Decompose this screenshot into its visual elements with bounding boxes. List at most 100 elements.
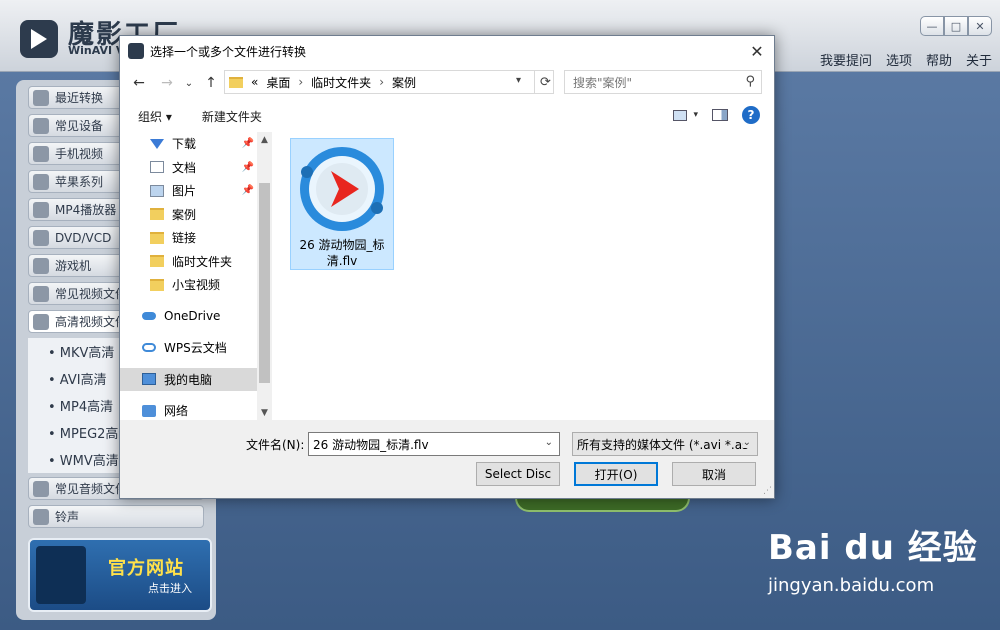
picture-icon bbox=[150, 184, 164, 197]
address-bar[interactable]: « 桌面 › 临时文件夹 › 案例 ▾ bbox=[224, 70, 554, 94]
view-controls: ▾ ? bbox=[673, 106, 760, 124]
new-folder-button[interactable]: 新建文件夹 bbox=[202, 108, 262, 125]
music-icon bbox=[33, 480, 49, 497]
resize-grip-icon[interactable]: ⋰ bbox=[763, 486, 772, 496]
mp4-icon bbox=[33, 201, 49, 218]
nav-item-label: 网络 bbox=[164, 404, 189, 419]
breadcrumb-temp-folder[interactable]: 临时文件夹 bbox=[311, 74, 371, 91]
official-site-subtitle: 点击进入 bbox=[148, 582, 192, 595]
sidebar-item-label: MP4播放器 bbox=[55, 203, 117, 217]
nav-item-label: 下载 bbox=[172, 137, 197, 152]
pin-icon: 📌 bbox=[241, 138, 254, 150]
device-icon bbox=[33, 117, 49, 134]
file-list: 26 游动物园_标清.flv bbox=[274, 132, 774, 420]
clock-icon bbox=[33, 89, 49, 106]
sidebar-item-label: DVD/VCD bbox=[55, 230, 112, 245]
preview-pane-icon[interactable] bbox=[712, 109, 728, 121]
folder-icon bbox=[150, 231, 164, 244]
nav-item-documents[interactable]: 文档 📌 bbox=[120, 156, 272, 180]
menu-help[interactable]: 帮助 bbox=[926, 50, 952, 69]
up-arrow-icon[interactable]: ↑ bbox=[202, 74, 220, 92]
open-button[interactable]: 打开(O) bbox=[574, 462, 658, 486]
breadcrumb-case[interactable]: 案例 bbox=[392, 74, 416, 91]
nav-item-downloads[interactable]: 下载 📌 bbox=[120, 132, 272, 156]
film-icon bbox=[33, 285, 49, 302]
pin-icon: 📌 bbox=[241, 185, 254, 197]
dialog-close-button[interactable]: ✕ bbox=[740, 36, 774, 66]
help-icon[interactable]: ? bbox=[742, 106, 760, 124]
organize-menu[interactable]: 组织 ▾ bbox=[138, 108, 172, 125]
nav-item-xiaobao-video[interactable]: 小宝视频 bbox=[120, 273, 272, 297]
nav-item-label: WPS云文档 bbox=[164, 341, 227, 356]
dialog-toolbar: 组织 ▾ 新建文件夹 ▾ ? bbox=[120, 102, 774, 130]
sidebar-item-ringtone[interactable]: 铃声 bbox=[28, 505, 204, 528]
address-dropdown-icon[interactable]: ▾ bbox=[516, 75, 521, 86]
refresh-icon[interactable]: ⟳ bbox=[534, 70, 556, 94]
nav-item-network[interactable]: 网络 bbox=[120, 399, 272, 420]
nav-item-label: 临时文件夹 bbox=[172, 254, 233, 269]
banner-logo-icon bbox=[36, 546, 86, 604]
official-site-banner[interactable]: 官方网站 点击进入 bbox=[28, 538, 212, 612]
phone-icon bbox=[33, 145, 49, 162]
top-menu: 我要提问 选项 帮助 关于 bbox=[820, 50, 992, 69]
bell-icon bbox=[33, 508, 49, 525]
menu-options[interactable]: 选项 bbox=[886, 50, 912, 69]
sidebar-item-label: 手机视频 bbox=[55, 147, 104, 161]
window-controls: — □ ✕ bbox=[920, 16, 992, 36]
search-icon[interactable]: ⚲ bbox=[745, 74, 755, 89]
close-window-button[interactable]: ✕ bbox=[968, 16, 992, 36]
search-placeholder: 搜索"案例" bbox=[573, 75, 633, 90]
nav-item-my-computer[interactable]: 我的电脑 bbox=[120, 367, 272, 391]
back-arrow-icon[interactable]: ← bbox=[130, 74, 148, 92]
select-disc-button[interactable]: Select Disc bbox=[476, 462, 560, 486]
nav-item-onedrive[interactable]: OneDrive bbox=[120, 305, 272, 329]
watermark-url: jingyan.baidu.com bbox=[768, 575, 935, 596]
search-input[interactable]: 搜索"案例" ⚲ bbox=[564, 70, 762, 94]
chevron-down-icon[interactable]: ⌄ bbox=[545, 437, 553, 448]
scrollbar-thumb[interactable] bbox=[259, 183, 270, 383]
computer-icon bbox=[142, 373, 156, 386]
chevron-down-icon[interactable]: ⌄ bbox=[742, 437, 751, 448]
nav-item-wps-cloud[interactable]: WPS云文档 bbox=[120, 336, 272, 360]
view-dropdown-icon[interactable]: ▾ bbox=[693, 110, 698, 120]
maximize-button[interactable]: □ bbox=[944, 16, 968, 36]
app-subtitle: WinAVI V bbox=[68, 44, 125, 57]
document-icon bbox=[150, 161, 164, 174]
nav-item-label: 文档 bbox=[172, 160, 197, 175]
cancel-button[interactable]: 取消 bbox=[672, 462, 756, 486]
nav-item-links[interactable]: 链接 bbox=[120, 226, 272, 250]
breadcrumb-desktop[interactable]: 桌面 bbox=[266, 74, 290, 91]
navigation-pane: 下载 📌 文档 📌 图片 📌 案例 链接 临时文件夹 小宝视频 OneDrive WP… bbox=[120, 132, 272, 420]
pin-icon: 📌 bbox=[241, 161, 254, 173]
sidebar-item-label: 高清视频文件 bbox=[55, 315, 128, 329]
nav-item-temp-folder[interactable]: 临时文件夹 bbox=[120, 250, 272, 274]
forward-arrow-icon[interactable]: → bbox=[158, 74, 176, 92]
breadcrumb-overflow[interactable]: « bbox=[251, 75, 258, 89]
sidebar-item-label: 铃声 bbox=[55, 510, 80, 524]
scroll-up-icon[interactable]: ▲ bbox=[257, 132, 272, 147]
network-icon bbox=[142, 404, 156, 417]
dialog-footer: 文件名(N): 26 游动物园_标清.flv ⌄ 所有支持的媒体文件 (*.av… bbox=[120, 420, 774, 498]
wps-cloud-icon bbox=[142, 343, 156, 353]
gamepad-icon bbox=[33, 257, 49, 274]
breadcrumb-separator[interactable]: › bbox=[298, 75, 303, 89]
filename-input[interactable]: 26 游动物园_标清.flv ⌄ bbox=[308, 432, 560, 456]
apple-icon bbox=[33, 173, 49, 190]
file-type-select[interactable]: 所有支持的媒体文件 (*.avi *.as ⌄ bbox=[572, 432, 758, 456]
menu-ask[interactable]: 我要提问 bbox=[820, 50, 872, 69]
disc-icon bbox=[33, 229, 49, 246]
menu-about[interactable]: 关于 bbox=[966, 50, 992, 69]
file-item[interactable]: 26 游动物园_标清.flv bbox=[290, 138, 394, 270]
nav-item-case[interactable]: 案例 bbox=[120, 203, 272, 227]
breadcrumb-separator[interactable]: › bbox=[379, 75, 384, 89]
nav-item-label: 小宝视频 bbox=[172, 278, 221, 293]
video-file-icon bbox=[300, 147, 384, 231]
minimize-button[interactable]: — bbox=[920, 16, 944, 36]
scroll-down-icon[interactable]: ▼ bbox=[257, 406, 272, 420]
cloud-icon bbox=[142, 312, 156, 321]
recent-locations-dropdown-icon[interactable]: ⌄ bbox=[180, 74, 198, 92]
view-mode-icon[interactable] bbox=[673, 109, 688, 121]
nav-pane-scrollbar[interactable]: ▲ bbox=[257, 132, 272, 420]
nav-item-pictures[interactable]: 图片 📌 bbox=[120, 179, 272, 203]
sidebar-item-label: 最近转换 bbox=[55, 91, 104, 105]
